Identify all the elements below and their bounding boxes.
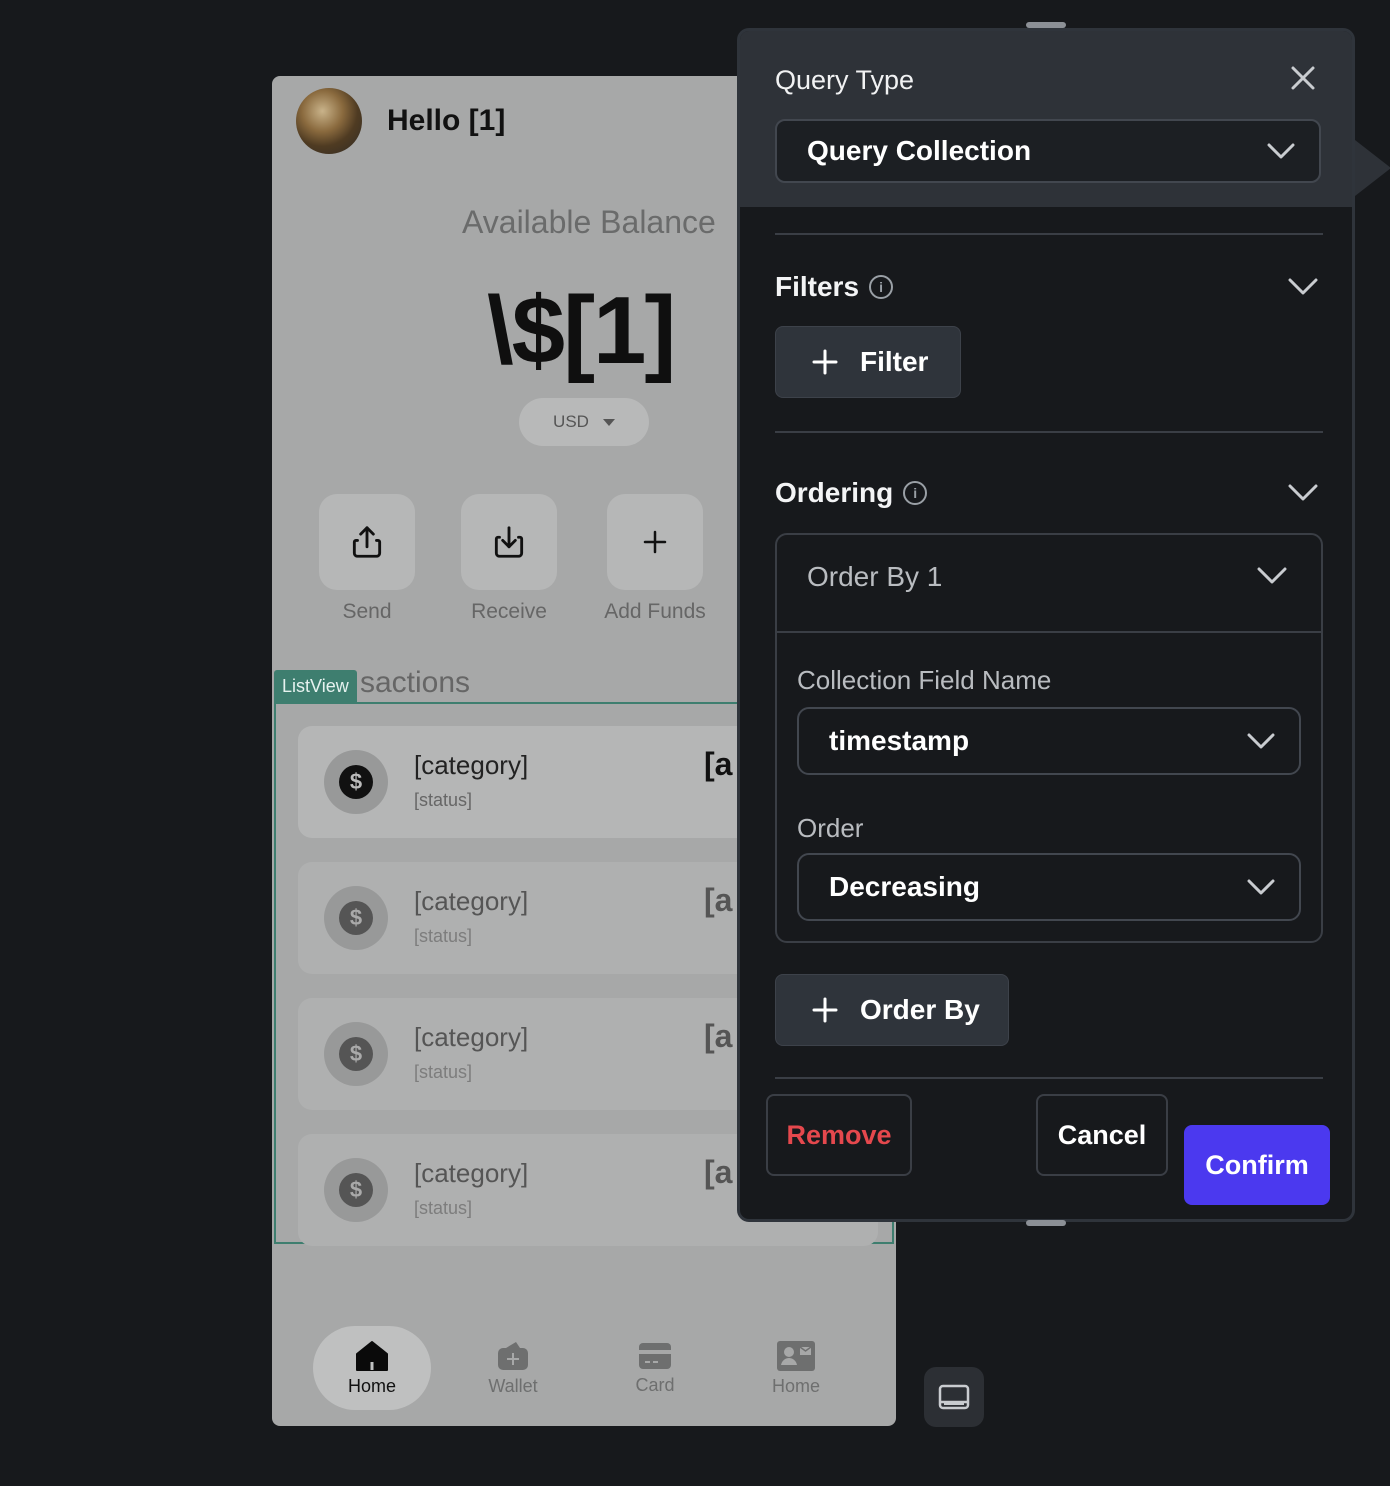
confirm-button[interactable]: Confirm bbox=[1184, 1125, 1330, 1205]
transaction-status: [status] bbox=[414, 790, 473, 810]
order-direction-select[interactable]: Decreasing bbox=[797, 853, 1301, 921]
caret-down-icon bbox=[602, 418, 615, 426]
currency-dropdown[interactable]: USD bbox=[519, 398, 649, 446]
nav-item-home[interactable]: Home bbox=[313, 1326, 431, 1410]
collection-field-select[interactable]: timestamp bbox=[797, 707, 1301, 775]
transaction-amount: [a bbox=[704, 882, 733, 918]
nav-item-card[interactable]: Card bbox=[596, 1326, 714, 1410]
remove-button[interactable]: Remove bbox=[766, 1094, 912, 1176]
send-action[interactable]: Send bbox=[319, 494, 415, 624]
chevron-down-icon bbox=[1257, 567, 1287, 584]
avatar[interactable] bbox=[296, 88, 362, 154]
send-label: Send bbox=[342, 600, 392, 623]
resize-handle-top[interactable] bbox=[1026, 22, 1066, 28]
query-type-select[interactable]: Query Collection bbox=[775, 119, 1321, 183]
filters-heading: Filters i bbox=[775, 271, 894, 303]
info-icon[interactable]: i bbox=[869, 275, 894, 299]
filters-title: Filters bbox=[775, 271, 860, 302]
add-funds-action[interactable]: Add Funds bbox=[604, 494, 706, 624]
transaction-status: [status] bbox=[414, 1198, 473, 1218]
dollar-icon: $ bbox=[339, 901, 373, 935]
filter-button-label: Filter bbox=[860, 346, 929, 377]
order-direction-value: Decreasing bbox=[829, 871, 980, 902]
card-icon bbox=[639, 1342, 671, 1369]
close-icon[interactable] bbox=[1288, 63, 1318, 93]
query-type-value: Query Collection bbox=[807, 135, 1032, 166]
plus-icon bbox=[812, 349, 838, 375]
add-filter-button[interactable]: Filter bbox=[775, 326, 961, 398]
nav-label: Home bbox=[771, 1375, 820, 1396]
collection-field-label: Collection Field Name bbox=[797, 665, 1052, 695]
panel-pointer bbox=[1355, 140, 1390, 196]
wallet-icon bbox=[498, 1341, 528, 1370]
transaction-category: [category] bbox=[414, 886, 529, 916]
add-funds-label: Add Funds bbox=[604, 600, 706, 623]
dollar-icon: $ bbox=[339, 1037, 373, 1071]
balance-value: \$[1] bbox=[487, 277, 676, 384]
transaction-category: [category] bbox=[414, 1022, 529, 1052]
receive-action[interactable]: Receive bbox=[461, 494, 557, 624]
add-order-by-button[interactable]: Order By bbox=[775, 974, 1009, 1046]
divider bbox=[775, 1077, 1323, 1079]
order-by-card: Order By 1 Collection Field Name timesta… bbox=[775, 533, 1323, 943]
order-label: Order bbox=[797, 813, 864, 843]
transaction-amount: [a bbox=[704, 746, 733, 782]
query-type-label: Query Type bbox=[775, 65, 915, 95]
dollar-icon: $ bbox=[339, 765, 373, 799]
transaction-amount: [a bbox=[704, 1018, 733, 1054]
ordering-title: Ordering bbox=[775, 477, 894, 508]
download-icon bbox=[494, 526, 524, 558]
chevron-down-icon bbox=[1267, 143, 1295, 159]
chevron-down-icon[interactable] bbox=[1288, 484, 1318, 502]
nav-label: Wallet bbox=[488, 1375, 538, 1396]
chevron-down-icon bbox=[1247, 733, 1275, 749]
balance-label: Available Balance bbox=[462, 204, 716, 240]
transactions-title: sactions bbox=[360, 666, 471, 699]
ordering-heading: Ordering i bbox=[775, 477, 928, 509]
divider bbox=[775, 233, 1323, 235]
nav-item-home-secondary[interactable]: Home bbox=[737, 1326, 855, 1410]
nav-label: Card bbox=[635, 1374, 675, 1395]
info-icon[interactable]: i bbox=[903, 481, 928, 505]
listview-tag[interactable]: ListView bbox=[274, 670, 357, 702]
order-by-title: Order By 1 bbox=[807, 561, 943, 592]
plus-icon bbox=[643, 530, 667, 554]
resize-handle-bottom[interactable] bbox=[1026, 1220, 1066, 1226]
contact-card-icon bbox=[777, 1340, 815, 1371]
divider bbox=[775, 431, 1323, 433]
dollar-icon: $ bbox=[339, 1173, 373, 1207]
share-up-icon bbox=[352, 526, 382, 558]
order-by-header[interactable]: Order By 1 bbox=[777, 535, 1321, 633]
bottom-nav: Home Wallet Card Home bbox=[272, 1324, 896, 1414]
cancel-button[interactable]: Cancel bbox=[1036, 1094, 1168, 1176]
nav-label: Home bbox=[347, 1375, 396, 1396]
query-panel: Query Type Query Collection Filters i Fi… bbox=[737, 28, 1355, 1222]
transaction-category: [category] bbox=[414, 1158, 529, 1188]
plus-icon bbox=[812, 997, 838, 1023]
greeting-text: Hello [1] bbox=[387, 104, 506, 137]
dock-bottom-icon bbox=[938, 1384, 970, 1410]
transaction-amount: [a bbox=[704, 1154, 733, 1190]
nav-item-wallet[interactable]: Wallet bbox=[454, 1326, 572, 1410]
receive-label: Receive bbox=[471, 600, 547, 623]
order-by-button-label: Order By bbox=[860, 994, 980, 1025]
home-icon bbox=[356, 1340, 388, 1371]
collection-field-value: timestamp bbox=[829, 725, 970, 756]
transaction-category: [category] bbox=[414, 750, 529, 780]
transaction-status: [status] bbox=[414, 926, 473, 946]
chevron-down-icon[interactable] bbox=[1288, 278, 1318, 296]
toggle-panel-button[interactable] bbox=[924, 1367, 984, 1427]
transaction-status: [status] bbox=[414, 1062, 473, 1082]
chevron-down-icon bbox=[1247, 879, 1275, 895]
currency-label: USD bbox=[553, 412, 589, 431]
